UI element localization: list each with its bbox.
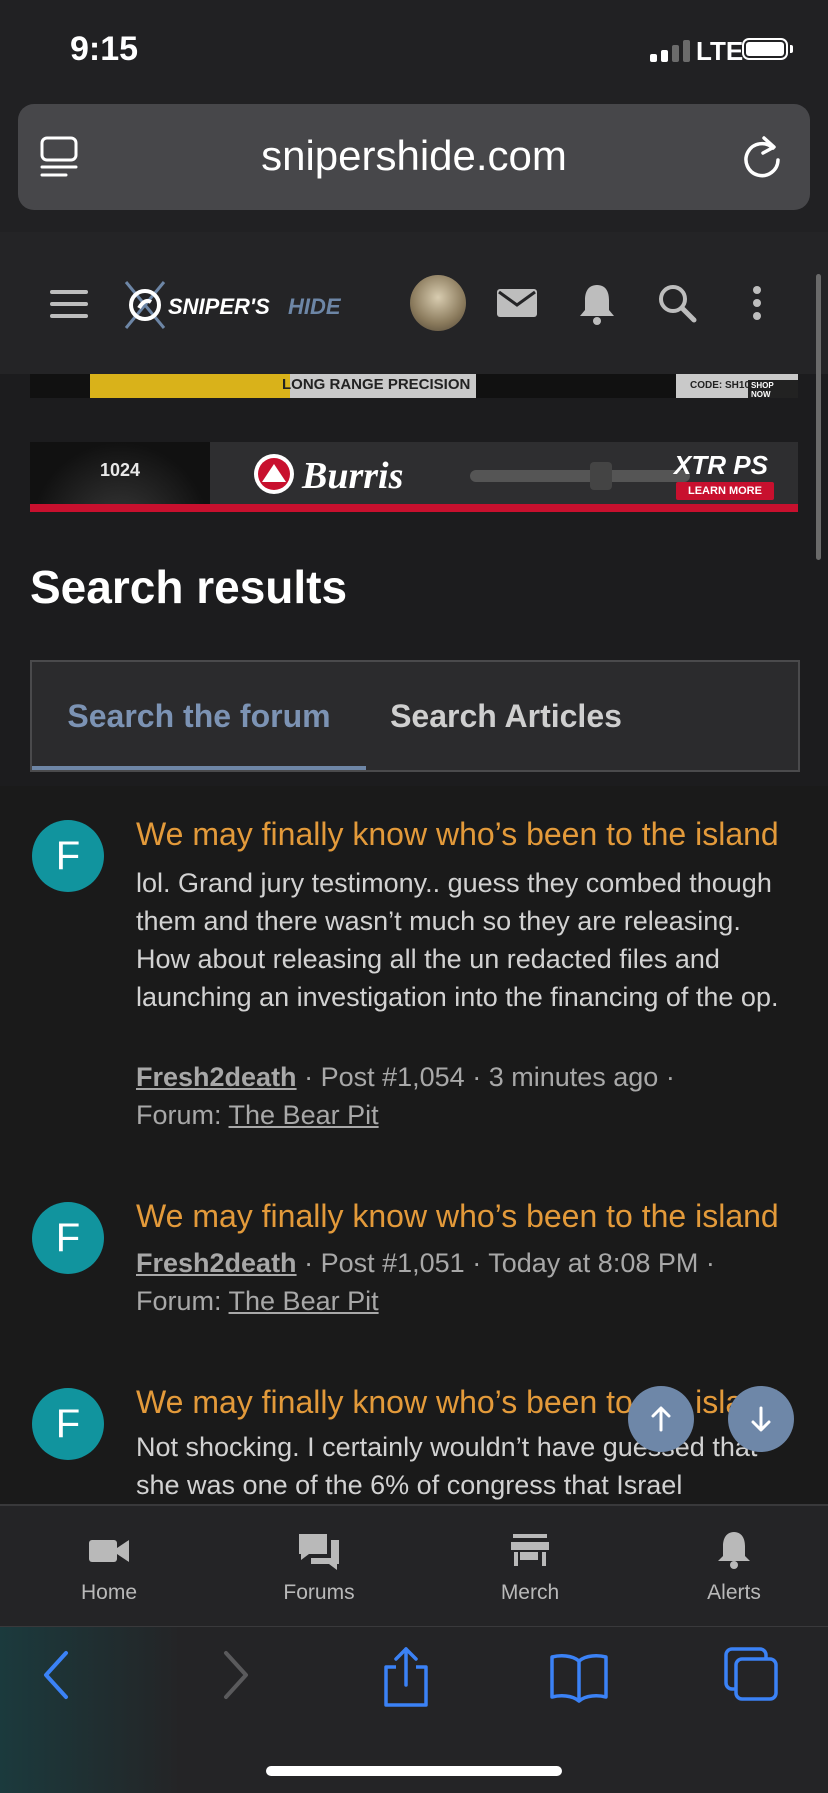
arrow-down-icon — [751, 1406, 771, 1432]
result-avatar[interactable]: F — [32, 1388, 104, 1460]
nav-forums-label: Forums — [283, 1581, 355, 1604]
scrollbar[interactable] — [816, 274, 821, 560]
result-time: Today at 8:08 PM — [488, 1248, 699, 1278]
ad2-brand: Burris — [302, 455, 404, 497]
result-snippet: lol. Grand jury testimony.. guess they c… — [136, 868, 779, 1012]
ad1-text: LONG RANGE PRECISION — [282, 376, 471, 393]
url-text[interactable]: snipershide.com — [0, 132, 828, 180]
result-user-link[interactable]: Fresh2death — [136, 1248, 297, 1278]
nav-forums[interactable]: Forums — [239, 1530, 399, 1605]
search-tabs: Search the forum Search Articles — [30, 660, 800, 772]
svg-text:HIDE: HIDE — [288, 294, 342, 319]
result-time: 3 minutes ago — [488, 1062, 659, 1092]
share-icon[interactable] — [380, 1645, 432, 1709]
video-camera-icon — [89, 1540, 129, 1562]
search-icon[interactable] — [654, 280, 700, 326]
ad2-readout: 1024 — [100, 460, 141, 480]
nav-alerts-label: Alerts — [707, 1581, 761, 1604]
result-title[interactable]: We may finally know who’s been to the is… — [136, 1198, 779, 1235]
ad2-product: XTR PS — [674, 450, 768, 480]
menu-icon[interactable] — [50, 290, 88, 320]
network-label: LTE — [696, 36, 744, 66]
chat-bubbles-icon — [299, 1534, 339, 1570]
reload-icon[interactable] — [742, 134, 782, 180]
ad-banner-top[interactable]: LONG RANGE PRECISION CODE: SH10 SHOP NOW — [30, 374, 798, 398]
ad2-cta: LEARN MORE — [676, 482, 774, 500]
ad1-cta: SHOP NOW — [748, 380, 798, 398]
user-avatar[interactable] — [410, 275, 466, 331]
tab-search-forum[interactable]: Search the forum — [32, 662, 366, 770]
svg-text:SNIPER'S: SNIPER'S — [168, 294, 270, 319]
bell-icon — [718, 1532, 750, 1569]
result-avatar[interactable]: F — [32, 820, 104, 892]
nav-alerts[interactable]: Alerts — [654, 1530, 814, 1605]
burris-logo-icon — [254, 454, 294, 494]
store-icon — [511, 1534, 549, 1566]
result-meta: Fresh2death · Post #1,051 · Today at 8:0… — [136, 1248, 715, 1316]
result-post-number: Post #1,051 — [320, 1248, 465, 1278]
scroll-up-button[interactable] — [628, 1386, 694, 1452]
result-post-number: Post #1,054 — [320, 1062, 465, 1092]
site-logo[interactable]: SNIPER'S HIDE — [120, 278, 370, 332]
tab-search-articles[interactable]: Search Articles — [366, 662, 646, 770]
status-time: 9:15 — [70, 30, 139, 68]
arrow-up-icon — [651, 1406, 671, 1432]
ad-banner-burris[interactable]: 1024 Burris XTR PS LEARN MORE — [30, 442, 798, 512]
ad1-code: CODE: SH10 — [690, 380, 751, 391]
result-title[interactable]: We may finally know who’s been to the is… — [136, 816, 779, 853]
tabs-icon[interactable] — [722, 1645, 782, 1705]
page-title: Search results — [30, 561, 348, 613]
result-avatar[interactable]: F — [32, 1202, 104, 1274]
result-forum-link[interactable]: The Bear Pit — [229, 1286, 379, 1316]
result-user-link[interactable]: Fresh2death — [136, 1062, 297, 1092]
result-meta: Fresh2death · Post #1,054 · 3 minutes ag… — [136, 1062, 675, 1130]
home-indicator — [266, 1766, 562, 1776]
bookmarks-icon[interactable] — [548, 1645, 610, 1705]
nav-home-label: Home — [80, 1581, 138, 1604]
battery-tip — [790, 45, 793, 53]
result-forum-label: Forum: — [136, 1100, 222, 1130]
result-forum-link[interactable]: The Bear Pit — [229, 1100, 379, 1130]
battery-icon — [742, 38, 788, 60]
result-snippet: Not shocking. I certainly wouldn’t have … — [136, 1432, 758, 1500]
more-vertical-icon[interactable] — [734, 280, 780, 326]
signal-icon — [650, 38, 690, 62]
back-icon[interactable] — [36, 1645, 76, 1705]
bell-icon[interactable] — [574, 280, 620, 326]
nav-merch-label: Merch — [500, 1581, 560, 1604]
nav-merch[interactable]: Merch — [450, 1530, 610, 1605]
results-list: F We may finally know who’s been to the … — [0, 786, 828, 1504]
scroll-down-button[interactable] — [728, 1386, 794, 1452]
result-forum-label: Forum: — [136, 1286, 222, 1316]
forward-icon[interactable] — [216, 1645, 256, 1705]
mail-icon[interactable] — [494, 280, 540, 326]
nav-home[interactable]: Home — [29, 1530, 189, 1605]
